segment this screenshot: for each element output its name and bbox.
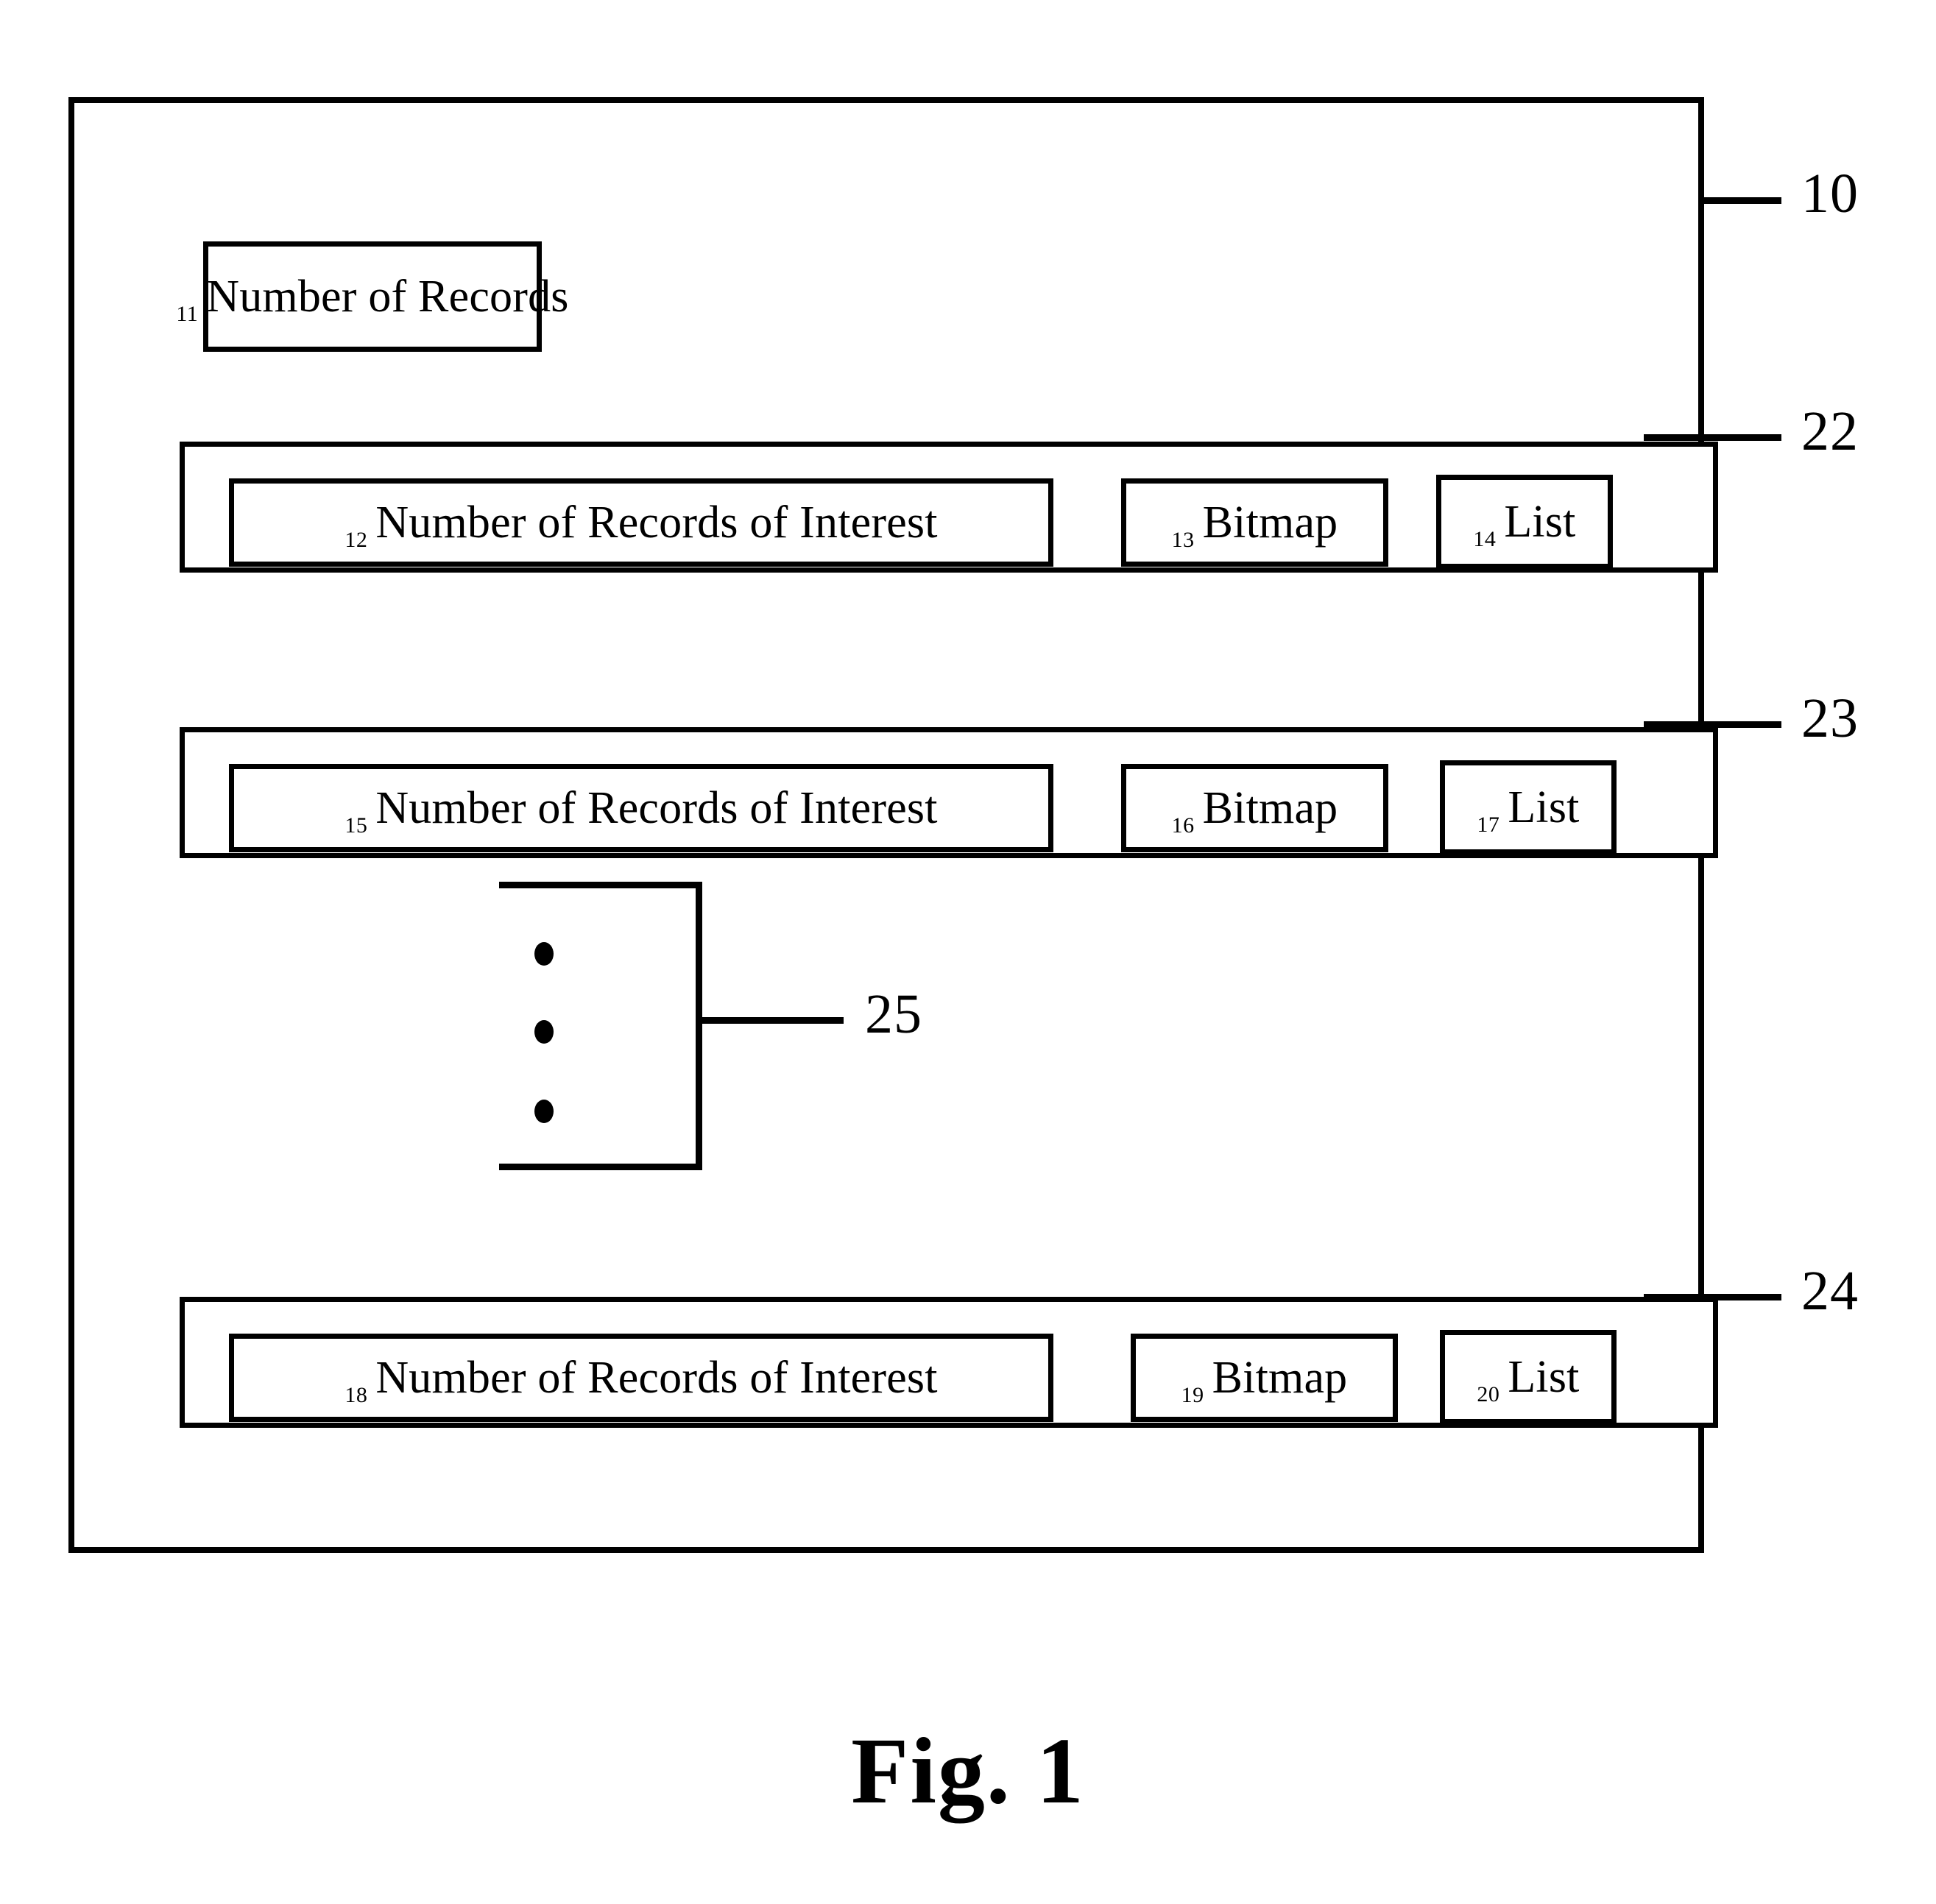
leader-line-23 — [1644, 721, 1781, 728]
ref-numeral-17: 17 — [1477, 813, 1500, 837]
outer-structure-container: 11 Number of Records 12 Number of Record… — [68, 97, 1718, 1553]
field-list-20-content: 20 List — [1445, 1352, 1611, 1406]
field-records-of-interest-15-content: 15 Number of Records of Interest — [234, 783, 1048, 837]
ref-numeral-11: 11 — [176, 302, 199, 326]
field-records-of-interest-12-content: 12 Number of Records of Interest — [234, 498, 1048, 551]
field-records-of-interest-15: 15 Number of Records of Interest — [229, 764, 1053, 852]
ref-numeral-13: 13 — [1171, 528, 1195, 552]
ref-numeral-18: 18 — [345, 1383, 368, 1407]
field-bitmap-16: 16 Bitmap — [1121, 764, 1388, 852]
bracket-bottom-edge — [499, 1164, 702, 1170]
group-container-24: 18 Number of Records of Interest 19 Bitm… — [180, 1297, 1718, 1428]
field-bitmap-13-label: Bitmap — [1202, 498, 1338, 548]
field-list-14-label: List — [1504, 497, 1576, 547]
ref-numeral-12: 12 — [345, 528, 368, 552]
field-list-17-label: List — [1508, 782, 1580, 832]
reference-callout-25: 25 — [865, 983, 922, 1045]
group-container-22: 12 Number of Records of Interest 13 Bitm… — [180, 442, 1718, 573]
field-bitmap-13: 13 Bitmap — [1121, 478, 1388, 567]
field-bitmap-19: 19 Bitmap — [1131, 1334, 1398, 1422]
leader-line-24 — [1644, 1294, 1781, 1300]
field-list-20: 20 List — [1440, 1330, 1617, 1424]
field-list-20-label: List — [1508, 1352, 1580, 1402]
ellipsis-dot-icon — [534, 942, 554, 966]
ref-numeral-14: 14 — [1473, 527, 1497, 551]
ref-numeral-15: 15 — [345, 813, 368, 838]
reference-callout-24: 24 — [1801, 1260, 1859, 1322]
ref-numeral-20: 20 — [1477, 1382, 1500, 1406]
reference-callout-22: 22 — [1801, 400, 1859, 462]
field-bitmap-16-label: Bitmap — [1202, 783, 1338, 833]
field-list-17-content: 17 List — [1445, 782, 1611, 836]
reference-callout-10: 10 — [1801, 163, 1859, 224]
reference-callout-23: 23 — [1801, 687, 1859, 749]
ref-numeral-16: 16 — [1171, 813, 1195, 838]
leader-line-22 — [1644, 434, 1781, 441]
ellipsis-bracket-25 — [499, 882, 702, 1170]
field-list-14: 14 List — [1436, 475, 1613, 569]
field-records-of-interest-15-label: Number of Records of Interest — [375, 783, 938, 833]
bracket-top-edge — [499, 882, 702, 888]
group-container-23: 15 Number of Records of Interest 16 Bitm… — [180, 727, 1718, 858]
field-records-of-interest-12: 12 Number of Records of Interest — [229, 478, 1053, 567]
field-bitmap-19-label: Bitmap — [1212, 1353, 1348, 1403]
field-number-of-records-content: 11 Number of Records — [176, 274, 568, 325]
field-records-of-interest-18: 18 Number of Records of Interest — [229, 1334, 1053, 1422]
field-bitmap-13-content: 13 Bitmap — [1126, 498, 1383, 551]
field-list-14-content: 14 List — [1441, 497, 1608, 551]
ref-numeral-19: 19 — [1181, 1383, 1204, 1407]
leader-line-25 — [696, 1017, 844, 1024]
ellipsis-dot-icon — [534, 1100, 554, 1123]
field-bitmap-16-content: 16 Bitmap — [1126, 783, 1383, 837]
field-bitmap-19-content: 19 Bitmap — [1136, 1353, 1393, 1406]
figure-caption: Fig. 1 — [851, 1719, 1085, 1823]
ellipsis-dot-icon — [534, 1020, 554, 1044]
bracket-right-edge — [696, 882, 702, 1170]
field-list-17: 17 List — [1440, 760, 1617, 854]
field-records-of-interest-12-label: Number of Records of Interest — [375, 498, 938, 548]
field-records-of-interest-18-content: 18 Number of Records of Interest — [234, 1353, 1048, 1406]
patent-figure-canvas: 11 Number of Records 12 Number of Record… — [0, 0, 1936, 1904]
field-number-of-records: 11 Number of Records — [176, 241, 568, 352]
leader-line-10 — [1704, 197, 1781, 204]
field-number-of-records-label: Number of Records — [206, 272, 569, 322]
field-records-of-interest-18-label: Number of Records of Interest — [375, 1353, 938, 1403]
